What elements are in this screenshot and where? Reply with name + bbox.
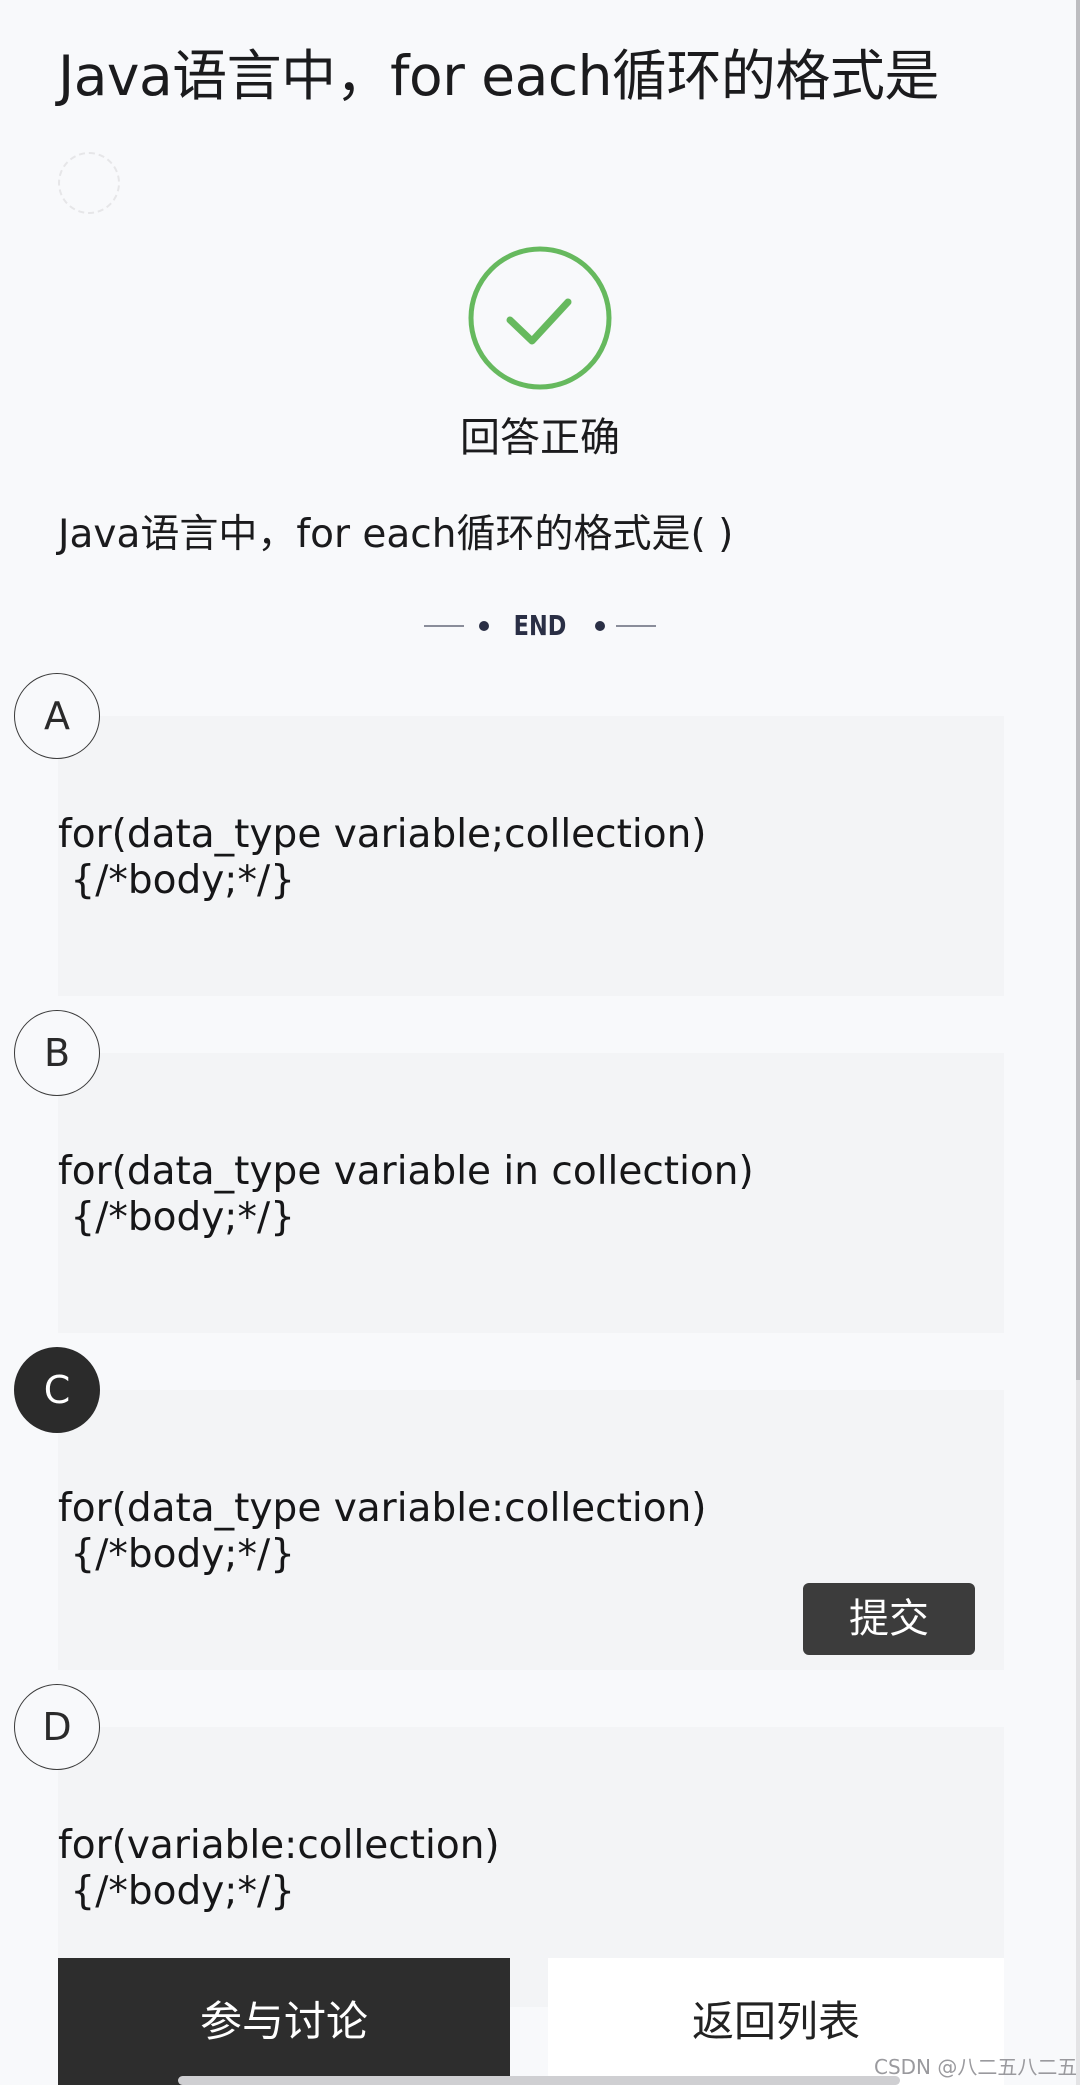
option-letter-c[interactable]: C	[14, 1347, 100, 1433]
discuss-button[interactable]: 参与讨论	[58, 1958, 510, 2085]
option-letter-b[interactable]: B	[14, 1010, 100, 1096]
option-text: for(variable:collection) {/*body;*/}	[58, 1823, 500, 1914]
option-text: for(data_type variable:collection) {/*bo…	[58, 1486, 707, 1577]
watermark: CSDN @八二五八二五	[874, 2055, 1078, 2079]
scrollbar-thumb[interactable]	[1076, 0, 1080, 1380]
page-title: Java语言中，for each循环的格式是	[58, 44, 939, 108]
option-text: for(data_type variable in collection) {/…	[58, 1149, 754, 1240]
option-letter-d[interactable]: D	[14, 1684, 100, 1770]
home-indicator[interactable]	[178, 2076, 900, 2085]
end-label: END	[513, 609, 567, 642]
option-card-b[interactable]: for(data_type variable in collection) {/…	[58, 1053, 1004, 1333]
option-card-a[interactable]: for(data_type variable;collection) {/*bo…	[58, 716, 1004, 996]
check-circle-icon	[468, 246, 612, 390]
option-letter-a[interactable]: A	[14, 673, 100, 759]
question-text: Java语言中，for each循环的格式是( )	[58, 512, 734, 557]
submit-button[interactable]: 提交	[803, 1583, 975, 1655]
result-text: 回答正确	[460, 415, 620, 461]
loading-placeholder	[58, 152, 120, 214]
option-text: for(data_type variable;collection) {/*bo…	[58, 812, 707, 903]
